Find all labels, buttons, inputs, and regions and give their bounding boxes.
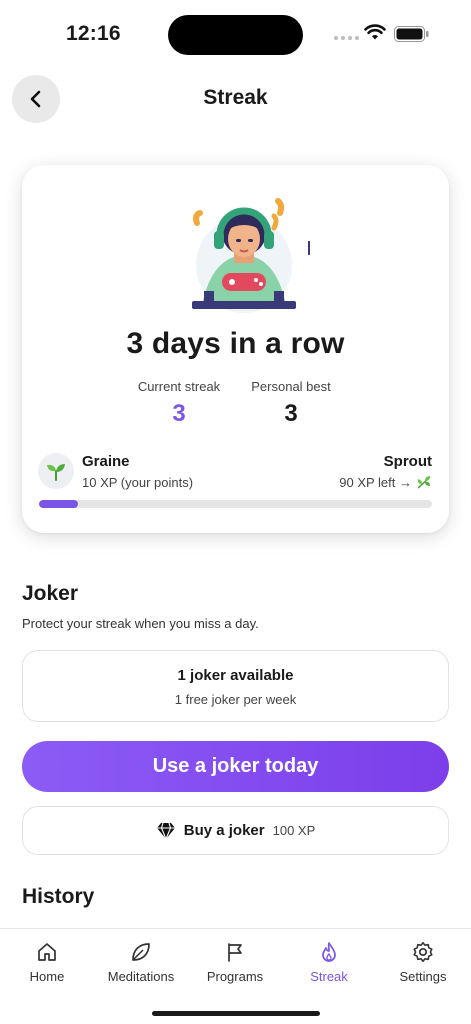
level-name: Graine [82,453,130,470]
herb-icon [417,476,431,489]
status-time: 12:16 [66,22,121,45]
buy-joker-button[interactable]: Buy a joker 100 XP [22,806,449,855]
history-section-title: History [22,885,95,908]
personal-best-value: 3 [284,400,298,427]
status-bar: 12:16 [0,0,471,70]
personal-best-stat: Personal best 3 [231,379,351,428]
buy-joker-label: Buy a joker [183,822,265,839]
joker-availability-card: 1 joker available 1 free joker per week [22,650,449,722]
battery-icon [394,26,429,42]
tab-home-label: Home [29,969,65,984]
joker-description: Protect your streak when you miss a day. [22,616,259,631]
tab-meditations-label: Meditations [107,969,175,984]
dynamic-island [168,15,303,55]
current-streak-stat: Current streak 3 [119,379,239,428]
home-icon [38,943,56,961]
next-level-name: Sprout [383,453,432,470]
joker-free-info: 1 free joker per week [174,692,297,707]
tab-home[interactable]: Home [0,941,94,984]
tab-settings[interactable]: Settings [376,941,470,984]
personal-best-label: Personal best [251,379,331,394]
wifi-icon [364,24,386,40]
tab-streak-label: Streak [310,969,348,984]
flame-icon [322,942,336,962]
flag-icon [228,943,242,962]
joker-section-title: Joker [22,582,79,605]
streak-card: 3 days in a row Current streak 3 Persona… [22,165,449,533]
level-badge [38,453,74,489]
use-joker-button[interactable]: Use a joker today [22,741,449,792]
tab-bar: Home Meditations Programs Streak Setting… [0,928,471,1024]
streak-headline: 3 days in a row [126,327,345,360]
current-streak-value: 3 [172,400,186,427]
seedling-icon [47,464,65,481]
tab-streak[interactable]: Streak [282,941,376,984]
level-progress-bar [39,500,432,508]
gear-icon [413,942,433,962]
diamond-icon [156,822,175,839]
cellular-signal-icon [334,36,359,40]
joker-available-count: 1 joker available [177,667,294,684]
level-points: 10 XP (your points) [82,475,194,490]
gamer-illustration [192,198,310,313]
page-title: Streak [203,86,268,109]
tab-meditations[interactable]: Meditations [94,941,188,984]
tab-programs-label: Programs [206,969,264,984]
next-level-remaining-text: 90 XP left → [339,474,412,490]
buy-joker-cost: 100 XP [272,823,316,838]
tab-settings-label: Settings [399,969,447,984]
tab-programs[interactable]: Programs [188,941,282,984]
home-indicator [152,1011,320,1016]
leaf-icon [132,943,150,961]
current-streak-label: Current streak [137,379,221,394]
next-level-remaining: 90 XP left → [339,474,432,490]
level-progress-fill [39,500,79,508]
